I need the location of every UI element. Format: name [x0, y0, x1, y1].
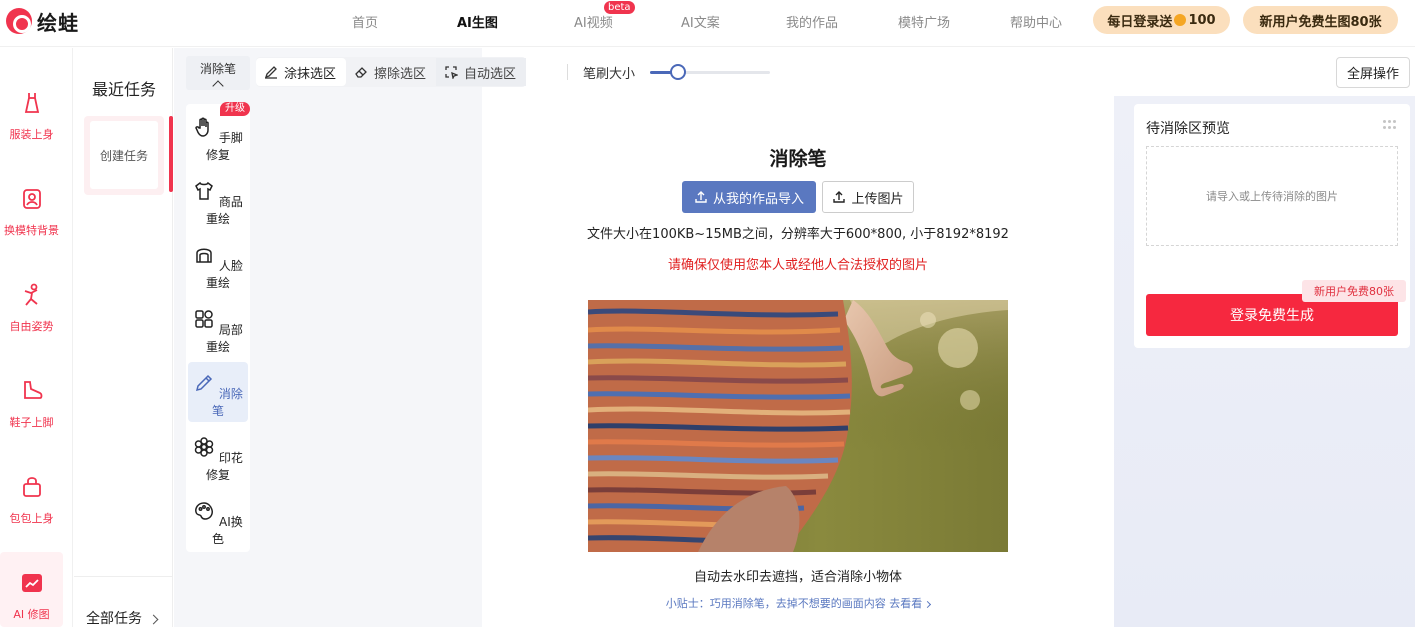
tool-print-repair[interactable]: 印花修复: [188, 426, 248, 486]
daily-login-value: 100: [1188, 12, 1216, 28]
rail-item-model-background[interactable]: 换模特背景: [0, 186, 63, 238]
tool-product-redraw[interactable]: 商品重绘: [188, 170, 248, 230]
rail-item-ai-retouch[interactable]: AI 修图: [0, 552, 63, 627]
rail-item-label: AI 修图: [13, 608, 50, 621]
upload-button-label: 上传图片: [851, 191, 904, 207]
nav-ai-copywriting[interactable]: AI文案: [681, 12, 720, 31]
auto-select-icon: [445, 66, 459, 79]
brush-size-slider-handle[interactable]: [669, 64, 686, 80]
tool-partial-redraw[interactable]: 局部重绘: [188, 298, 248, 358]
auto-select-label: 自动选区: [464, 66, 517, 82]
coin-icon: [1174, 14, 1187, 26]
pen-icon: [196, 374, 213, 392]
tool-collapse-toggle[interactable]: 消除笔: [186, 56, 250, 92]
authorization-warning: 请确保仅使用您本人或经他人合法授权的图片: [667, 258, 928, 273]
rail-item-label: 服装上身: [9, 128, 54, 141]
partial-icon: [195, 310, 213, 328]
face-icon: [196, 248, 212, 263]
frog-logo-icon: [6, 8, 32, 34]
rail-item-clothing[interactable]: 服装上身: [0, 90, 63, 142]
tool-label: AI换色: [211, 515, 243, 546]
erase-select-label: 擦除选区: [374, 66, 427, 82]
nav-home[interactable]: 首页: [352, 12, 378, 31]
tool-label: 消除笔: [211, 387, 243, 418]
new-user-promo-button[interactable]: 新用户免费生图80张: [1243, 6, 1398, 34]
rail-item-bags[interactable]: 包包上身: [0, 474, 63, 526]
left-feature-rail: 服装上身 换模特背景 自由姿势 鞋子上脚 包包上身 AI 修图: [0, 48, 73, 627]
flower-icon: [194, 437, 214, 457]
model-icon: [22, 189, 41, 209]
paint-select-button[interactable]: 涂抹选区: [256, 58, 347, 86]
import-icon: [695, 191, 707, 203]
drag-handle-icon[interactable]: [1383, 120, 1397, 130]
selection-toolbar: 涂抹选区 擦除选区 自动选区: [256, 57, 527, 87]
auto-select-button[interactable]: 自动选区: [436, 58, 527, 86]
divider: [567, 64, 568, 80]
rail-item-label: 鞋子上脚: [9, 416, 54, 429]
canvas-title: 消除笔: [769, 148, 827, 170]
top-navigation-bar: 绘蛙 首页 AI生图 AI视频 beta AI文案 我的作品 模特广场 帮助中心…: [0, 0, 1415, 47]
example-caption: 自动去水印去遮挡，适合消除小物体: [693, 570, 902, 585]
import-from-works-button[interactable]: 从我的作品导入: [682, 181, 816, 213]
pencil-icon: [264, 66, 277, 79]
beta-badge: beta: [604, 1, 635, 14]
tshirt-icon: [195, 181, 214, 200]
upgrade-badge: 升级: [220, 102, 250, 116]
chevron-up-icon: [212, 80, 224, 92]
upload-image-button[interactable]: 上传图片: [822, 181, 914, 213]
eraser-icon: [355, 67, 367, 78]
chevron-right-icon: [148, 614, 159, 624]
create-task-card[interactable]: 创建任务: [84, 116, 164, 195]
daily-login-reward-button[interactable]: 每日登录送 100: [1093, 6, 1230, 34]
chevron-right-icon: [924, 600, 932, 608]
all-tasks-link[interactable]: 全部任务: [86, 608, 159, 627]
nav-help-center[interactable]: 帮助中心: [1010, 12, 1062, 31]
nav-model-plaza[interactable]: 模特广场: [898, 12, 950, 31]
recent-tasks-panel: 最近任务 创建任务 全部任务: [74, 48, 173, 627]
image-edit-icon: [21, 574, 42, 592]
rail-item-shoes[interactable]: 鞋子上脚: [0, 378, 63, 430]
upload-icon: [833, 191, 846, 203]
nav-my-works[interactable]: 我的作品: [786, 12, 838, 31]
brand-name: 绘蛙: [37, 10, 79, 35]
hand-icon: [195, 117, 209, 137]
rail-item-label: 自由姿势: [9, 320, 54, 333]
example-photo: [588, 300, 1008, 552]
rail-item-label: 包包上身: [9, 512, 54, 525]
rail-item-free-pose[interactable]: 自由姿势: [0, 282, 63, 334]
task-selected-indicator: [169, 116, 173, 192]
import-button-label: 从我的作品导入: [712, 191, 804, 207]
preview-dropzone: 请导入或上传待消除的图片: [1146, 146, 1398, 246]
pose-icon: [24, 283, 38, 306]
divider: [74, 576, 173, 577]
tip-text: 小贴士：巧用消除笔，去掉不想要的画面内容 去看看: [665, 597, 923, 610]
bag-icon: [22, 477, 41, 497]
palette-icon: [195, 502, 214, 520]
recent-tasks-title: 最近任务: [92, 80, 157, 99]
tool-ai-recolor[interactable]: AI换色: [188, 490, 248, 550]
tool-face-redraw[interactable]: 人脸重绘: [188, 234, 248, 294]
daily-login-label: 每日登录送: [1107, 14, 1173, 30]
free-quota-tag: 新用户免费80张: [1302, 280, 1406, 302]
preview-title: 待消除区预览: [1146, 121, 1230, 137]
rail-item-label: 换模特背景: [4, 224, 59, 237]
brush-size-label: 笔刷大小: [583, 67, 636, 82]
shoe-icon: [23, 381, 42, 399]
tool-header-label: 消除笔: [199, 62, 236, 76]
example-photo-graphic: [588, 300, 1008, 552]
brand-logo[interactable]: 绘蛙: [6, 7, 79, 35]
create-task-label: 创建任务: [90, 121, 158, 189]
nav-ai-video[interactable]: AI视频: [574, 12, 613, 31]
nav-ai-image[interactable]: AI生图: [457, 12, 498, 31]
file-requirements: 文件大小在100KB~15MB之间，分辨率大于600*800, 小于8192*8…: [587, 227, 1009, 242]
tool-list: 手脚修复 商品重绘 人脸重绘 局部重绘 消除笔 印花修复 AI换色: [186, 104, 250, 552]
all-tasks-label: 全部任务: [86, 611, 142, 627]
erase-select-button[interactable]: 擦除选区: [346, 58, 436, 86]
tip-link[interactable]: 小贴士：巧用消除笔，去掉不想要的画面内容 去看看: [482, 595, 1114, 611]
fullscreen-button[interactable]: 全屏操作: [1336, 57, 1410, 88]
tool-eraser-pen[interactable]: 消除笔: [188, 362, 248, 422]
dress-icon: [24, 93, 39, 113]
paint-select-label: 涂抹选区: [284, 66, 337, 82]
